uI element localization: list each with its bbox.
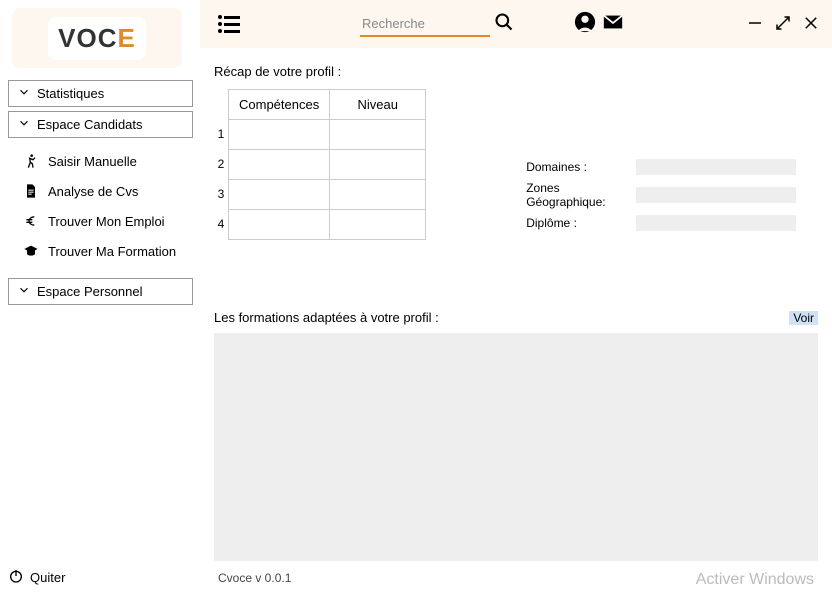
search-icon[interactable] [494, 12, 514, 37]
voir-link[interactable]: Voir [789, 311, 818, 325]
chevron-down-icon [17, 283, 37, 300]
sidebar-group-label: Statistiques [37, 86, 104, 101]
row-number: 2 [214, 149, 228, 179]
logo-area: VOCE [12, 8, 182, 68]
sidebar-item-formation[interactable]: Trouver Ma Formation [22, 236, 193, 266]
recap-table: 1 2 3 4 Compétences Niveau [214, 89, 426, 240]
menu-icon[interactable] [218, 15, 240, 33]
run-icon [22, 152, 40, 170]
logo: VOCE [48, 17, 146, 60]
field-value-diplome [636, 215, 796, 231]
sidebar: Statistiques Espace Candidats Saisir Man… [8, 80, 193, 309]
table-header-competences: Compétences [229, 90, 330, 120]
search-input[interactable] [360, 12, 490, 37]
sidebar-item-saisir[interactable]: Saisir Manuelle [22, 146, 193, 176]
top-bar [200, 0, 832, 48]
close-icon[interactable] [802, 14, 820, 37]
sidebar-group-stats[interactable]: Statistiques [8, 80, 193, 107]
main-content: Récap de votre profil : 1 2 3 4 Compéten… [200, 54, 832, 569]
quit-label: Quiter [30, 570, 65, 585]
sidebar-group-candidats[interactable]: Espace Candidats [8, 111, 193, 138]
graduation-icon [22, 242, 40, 260]
field-value-domaines [636, 159, 796, 175]
sidebar-group-label: Espace Personnel [37, 284, 143, 299]
table-header-niveau: Niveau [330, 90, 426, 120]
maximize-icon[interactable] [774, 14, 792, 37]
table-row [229, 180, 426, 210]
chevron-down-icon [17, 116, 37, 133]
power-icon [8, 568, 30, 587]
sidebar-item-label: Saisir Manuelle [48, 154, 137, 169]
user-icon[interactable] [574, 11, 596, 38]
sidebar-item-analyse[interactable]: Analyse de Cvs [22, 176, 193, 206]
sidebar-group-label: Espace Candidats [37, 117, 143, 132]
formations-title: Les formations adaptées à votre profil : [214, 310, 439, 325]
table-row [229, 120, 426, 150]
euro-icon [22, 212, 40, 230]
sidebar-item-label: Trouver Ma Formation [48, 244, 176, 259]
mail-icon[interactable] [602, 11, 624, 38]
profile-fields: Domaines : Zones Géographique: Diplôme : [526, 159, 796, 237]
sidebar-group-personnel[interactable]: Espace Personnel [8, 278, 193, 305]
field-label-domaines: Domaines : [526, 160, 636, 174]
table-row [229, 210, 426, 240]
table-row [229, 150, 426, 180]
field-value-zones [636, 187, 796, 203]
sidebar-item-emploi[interactable]: Trouver Mon Emploi [22, 206, 193, 236]
chevron-down-icon [17, 85, 37, 102]
recap-title: Récap de votre profil : [214, 64, 818, 79]
activate-windows-watermark: Activer Windows [696, 571, 814, 589]
footer: Cvoce v 0.0.1 Activer Windows [200, 571, 832, 589]
formations-panel [214, 333, 818, 561]
row-number: 4 [214, 209, 228, 239]
row-number: 3 [214, 179, 228, 209]
document-icon [22, 182, 40, 200]
sidebar-item-label: Trouver Mon Emploi [48, 214, 165, 229]
row-number: 1 [214, 119, 228, 149]
sidebar-item-label: Analyse de Cvs [48, 184, 138, 199]
field-label-zones: Zones Géographique: [526, 181, 636, 209]
quit-button[interactable]: Quiter [8, 568, 65, 587]
field-label-diplome: Diplôme : [526, 216, 636, 230]
version-label: Cvoce v 0.0.1 [218, 571, 291, 589]
minimize-icon[interactable] [746, 14, 764, 37]
